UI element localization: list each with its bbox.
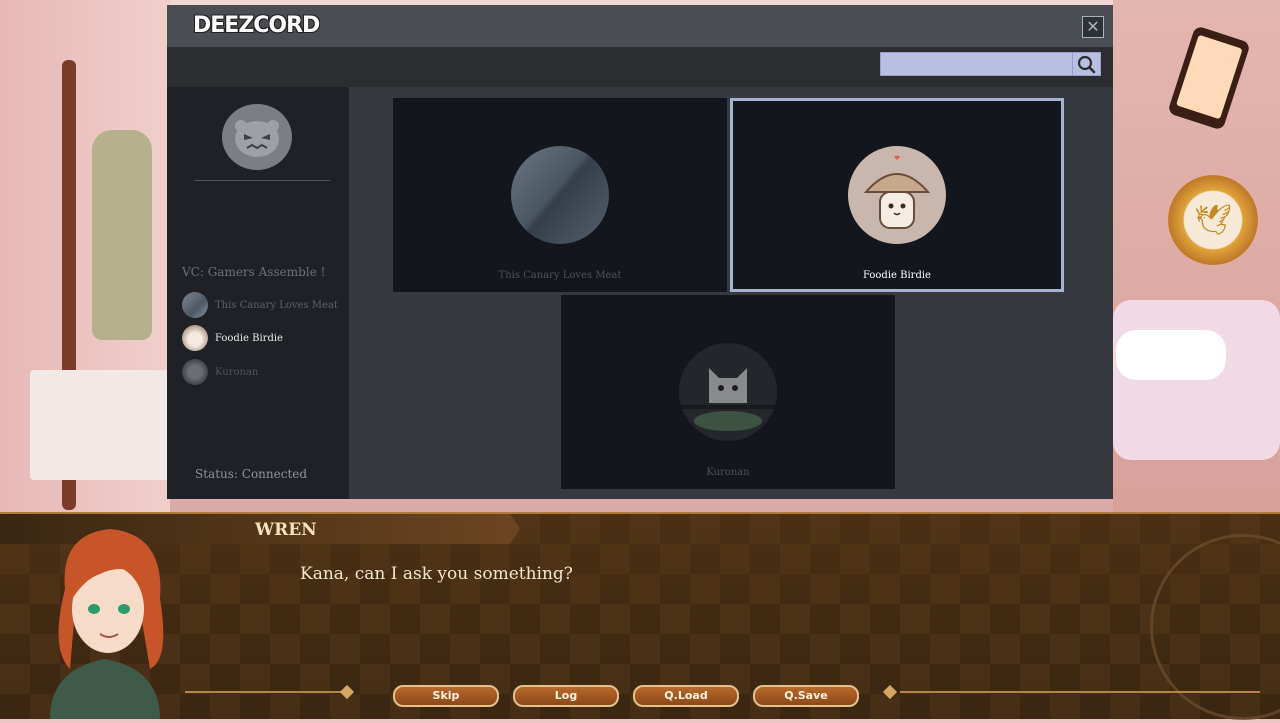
connection-status: Status: Connected <box>195 467 308 481</box>
member-avatar <box>182 359 208 385</box>
video-tile-foodie-birdie[interactable]: Foodie Birdie <box>730 98 1064 292</box>
member-kuronan[interactable]: Kuronan <box>182 359 347 385</box>
tile-name: This Canary Loves Meat <box>498 270 622 281</box>
decor-line-left <box>185 691 345 693</box>
mushroom-icon <box>848 146 946 244</box>
video-tile-kuronan[interactable]: Kuronan <box>561 295 895 489</box>
bed <box>1113 300 1280 460</box>
quick-load-button[interactable]: Q.Load <box>633 685 739 707</box>
kuronan-avatar <box>679 343 777 441</box>
voice-channel-title: VC: Gamers Assemble ! <box>182 265 326 279</box>
pillow <box>1116 330 1226 380</box>
member-name: Kuronan <box>215 366 259 378</box>
chat-app-window: DEEZCORD ✕ VC: Gamers Assemble ! This Ca… <box>167 5 1113 499</box>
quick-save-button[interactable]: Q.Save <box>753 685 859 707</box>
member-name: This Canary Loves Meat <box>215 299 338 311</box>
member-canary[interactable]: This Canary Loves Meat <box>182 292 347 318</box>
character-portrait <box>30 519 180 719</box>
member-foodie-birdie[interactable]: Foodie Birdie <box>182 325 347 351</box>
user-avatar[interactable] <box>222 104 292 170</box>
video-grid: This Canary Loves Meat Foodie Birdie Kur… <box>349 87 1113 499</box>
member-avatar <box>182 292 208 318</box>
tile-name: Foodie Birdie <box>863 270 931 281</box>
search-bar <box>167 47 1113 87</box>
member-avatar <box>182 325 208 351</box>
decor-line-right <box>900 691 1260 693</box>
sidebar: VC: Gamers Assemble ! This Canary Loves … <box>167 87 349 499</box>
log-button[interactable]: Log <box>513 685 619 707</box>
member-name: Foodie Birdie <box>215 332 283 344</box>
dialogue-text: Kana, can I ask you something? <box>300 564 573 584</box>
search-button[interactable] <box>1072 52 1101 76</box>
angry-face-icon <box>235 120 279 157</box>
titlebar: DEEZCORD ✕ <box>167 5 1113 47</box>
cat-icon <box>679 343 777 441</box>
search-input[interactable] <box>880 52 1074 76</box>
coat <box>92 130 152 340</box>
sidebar-divider <box>194 180 330 181</box>
tile-name: Kuronan <box>706 467 750 478</box>
dialogue-box[interactable]: WREN Kana, can I ask you something? Skip… <box>0 512 1280 720</box>
bird-clock-icon[interactable]: 🕊 <box>1168 175 1258 265</box>
skip-button[interactable]: Skip <box>393 685 499 707</box>
close-button[interactable]: ✕ <box>1082 16 1104 38</box>
desk <box>30 370 170 480</box>
search-icon <box>1077 55 1096 74</box>
speaker-name: WREN <box>255 520 317 540</box>
canary-avatar <box>511 146 609 244</box>
foodie-birdie-avatar <box>848 146 946 244</box>
video-tile-canary[interactable]: This Canary Loves Meat <box>393 98 727 292</box>
app-logo: DEEZCORD <box>193 13 320 38</box>
